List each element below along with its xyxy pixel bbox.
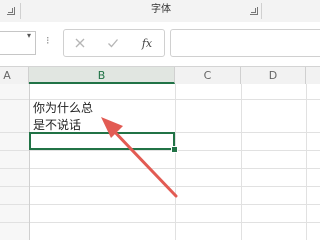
column-header-c[interactable]: C — [175, 67, 241, 84]
font-group-label: 字体 — [151, 4, 171, 15]
row-gridline — [0, 186, 320, 187]
column-header-b[interactable]: B — [29, 67, 175, 84]
formula-bar: ▾ ⁝ fx — [0, 22, 320, 66]
column-gridline — [241, 84, 242, 240]
ribbon-divider — [20, 3, 21, 19]
row-gridline — [0, 168, 320, 169]
row-gridline — [0, 204, 320, 205]
function-icon: fx — [141, 36, 153, 50]
fill-handle[interactable] — [171, 146, 178, 153]
active-cell[interactable] — [29, 132, 175, 150]
column-header-d[interactable]: D — [241, 67, 306, 84]
font-dialog-launcher-icon[interactable] — [250, 7, 258, 15]
cell-grid[interactable]: 你为什么总 是不说话 — [0, 84, 320, 240]
chevron-down-icon[interactable]: ▾ — [27, 31, 31, 40]
checkmark-icon[interactable] — [104, 34, 122, 52]
ribbon-bar: 字体 — [0, 0, 320, 23]
row-gridline — [0, 150, 320, 151]
column-header-row: A B C D — [0, 66, 320, 85]
column-header-a[interactable]: A — [0, 67, 29, 84]
more-options-icon[interactable]: ⁝ — [46, 34, 50, 48]
insert-function-button[interactable]: fx — [138, 34, 156, 52]
row-gridline — [0, 222, 320, 223]
clipboard-dialog-launcher-icon[interactable] — [7, 7, 15, 15]
row-header-strip — [0, 84, 29, 240]
formula-input[interactable] — [170, 29, 320, 57]
cell-b2-line-1: 你为什么总 — [33, 101, 94, 115]
column-gridline — [306, 84, 307, 240]
column-gridline — [29, 84, 30, 240]
cancel-x-icon[interactable] — [71, 34, 89, 52]
column-gridline — [175, 84, 176, 240]
ribbon-divider — [261, 3, 262, 19]
formula-buttons: fx — [63, 29, 165, 57]
spreadsheet-window: 字体 ▾ ⁝ fx A B C D 你为什么总 是不说话 — [0, 0, 320, 240]
